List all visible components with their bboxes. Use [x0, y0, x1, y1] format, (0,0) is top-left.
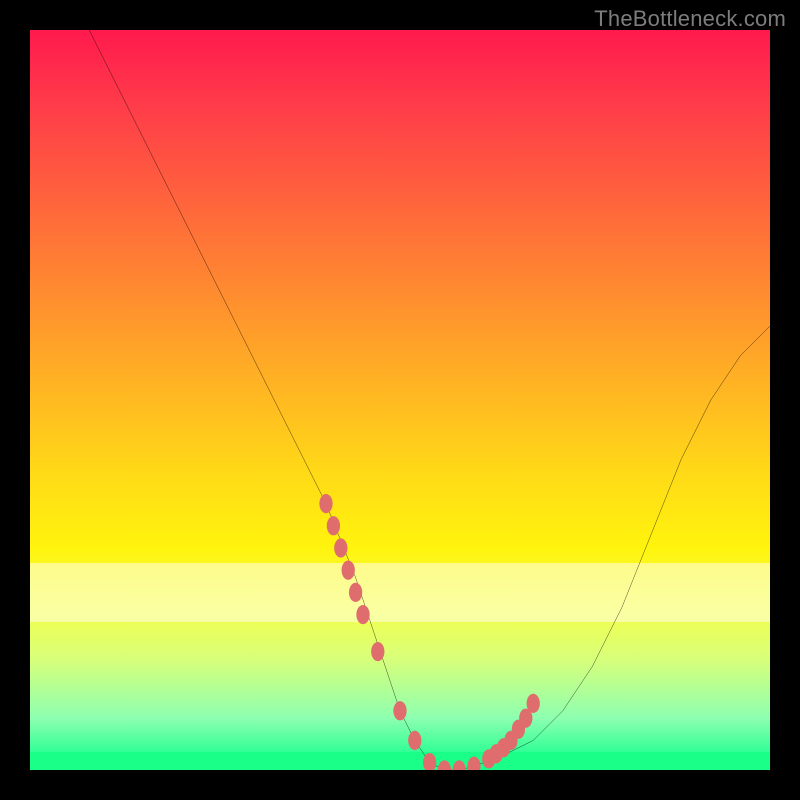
highlight-dot: [356, 605, 369, 624]
highlight-dot: [438, 760, 451, 770]
highlight-dot: [371, 642, 384, 661]
highlight-dot: [334, 538, 347, 557]
chart-frame: TheBottleneck.com: [0, 0, 800, 800]
highlight-dot: [467, 757, 480, 770]
highlight-dot: [349, 583, 362, 602]
highlight-dot: [319, 494, 332, 513]
watermark-text: TheBottleneck.com: [594, 6, 786, 32]
highlight-dot: [527, 694, 540, 713]
plot-area: [30, 30, 770, 770]
curve-layer: [30, 30, 770, 770]
highlight-dot: [453, 760, 466, 770]
highlight-dot: [393, 701, 406, 720]
highlight-dots: [319, 494, 540, 770]
bottleneck-curve: [89, 30, 770, 770]
highlight-dot: [408, 731, 421, 750]
highlight-dot: [342, 561, 355, 580]
highlight-dot: [327, 516, 340, 535]
